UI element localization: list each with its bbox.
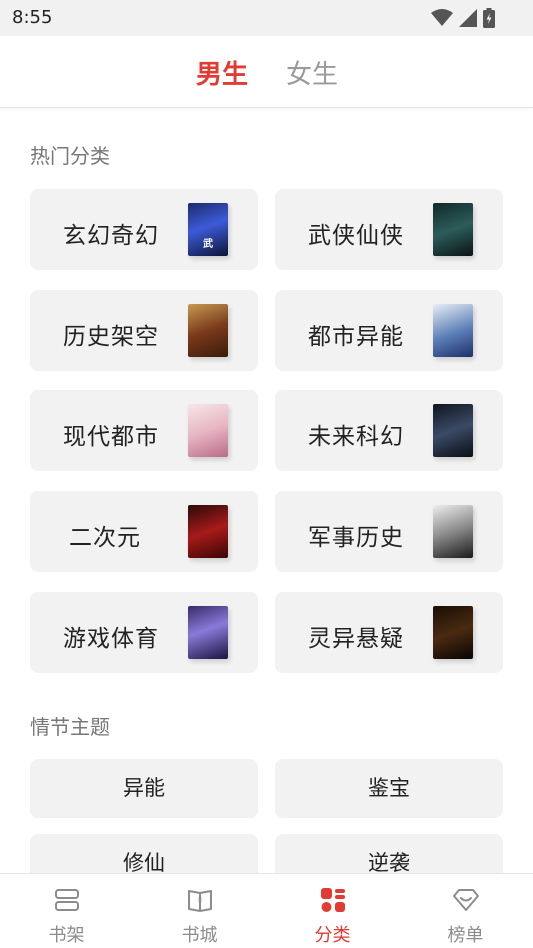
- wifi-icon: [431, 9, 453, 26]
- battery-icon: [483, 8, 495, 28]
- bookshelf-icon: [54, 889, 79, 911]
- status-bar: 8:55: [0, 0, 533, 36]
- category-label: 玄幻奇幻: [63, 223, 159, 249]
- theme-card-yineng[interactable]: 异能: [30, 759, 258, 818]
- nav-item-category[interactable]: 分类: [266, 874, 399, 948]
- book-cover-image: 武: [188, 203, 228, 256]
- ranking-diamond-icon: [452, 889, 479, 911]
- nav-item-bookstore[interactable]: 书城: [133, 874, 266, 948]
- category-label: 武侠仙侠: [308, 223, 404, 249]
- book-cover-image: [433, 404, 473, 457]
- bottom-nav: 书架 书城 分类 榜单: [0, 873, 533, 948]
- category-card-modern-urban[interactable]: 现代都市: [30, 390, 258, 471]
- category-label: 历史架空: [63, 324, 159, 350]
- category-card-history-fiction[interactable]: 历史架空: [30, 290, 258, 371]
- gender-tabs: 男生 女生: [0, 36, 533, 108]
- nav-label: 书城: [181, 925, 218, 946]
- category-label: 二次元: [69, 525, 141, 551]
- nav-label: 书架: [48, 925, 85, 946]
- category-label: 军事历史: [308, 525, 404, 551]
- book-cover-image: [433, 606, 473, 659]
- nav-label: 榜单: [447, 925, 484, 946]
- category-card-urban-power[interactable]: 都市异能: [275, 290, 503, 371]
- book-cover-image: [188, 404, 228, 457]
- category-card-wuxia[interactable]: 武侠仙侠: [275, 189, 503, 270]
- category-label: 游戏体育: [63, 626, 159, 652]
- book-cover-image: [433, 505, 473, 558]
- signal-icon: [459, 9, 477, 27]
- book-cover-image: [188, 304, 228, 357]
- category-card-acg[interactable]: 二次元: [30, 491, 258, 572]
- category-label: 未来科幻: [308, 424, 404, 450]
- section-title-plot-themes: 情节主题: [30, 715, 110, 739]
- nav-item-ranking[interactable]: 榜单: [399, 874, 532, 948]
- book-cover-image: [188, 505, 228, 558]
- tab-female[interactable]: 女生: [286, 54, 338, 91]
- category-card-scifi[interactable]: 未来科幻: [275, 390, 503, 471]
- book-cover-image: [433, 203, 473, 256]
- section-title-hot-categories: 热门分类: [30, 144, 110, 168]
- book-cover-image: [433, 304, 473, 357]
- category-label: 都市异能: [308, 324, 404, 350]
- category-card-games-sports[interactable]: 游戏体育: [30, 592, 258, 673]
- category-label: 现代都市: [63, 424, 159, 450]
- nav-label: 分类: [314, 925, 351, 946]
- category-label: 灵异悬疑: [308, 626, 404, 652]
- category-card-military-history[interactable]: 军事历史: [275, 491, 503, 572]
- theme-card-jianbao[interactable]: 鉴宝: [275, 759, 503, 818]
- nav-item-bookshelf[interactable]: 书架: [0, 874, 133, 948]
- open-book-icon: [187, 890, 212, 912]
- category-card-xuanhuan[interactable]: 玄幻奇幻 武: [30, 189, 258, 270]
- category-grid-icon: [320, 888, 345, 912]
- category-card-supernatural-mystery[interactable]: 灵异悬疑: [275, 592, 503, 673]
- status-time: 8:55: [12, 7, 53, 28]
- book-cover-image: [188, 606, 228, 659]
- tab-male[interactable]: 男生: [196, 54, 248, 91]
